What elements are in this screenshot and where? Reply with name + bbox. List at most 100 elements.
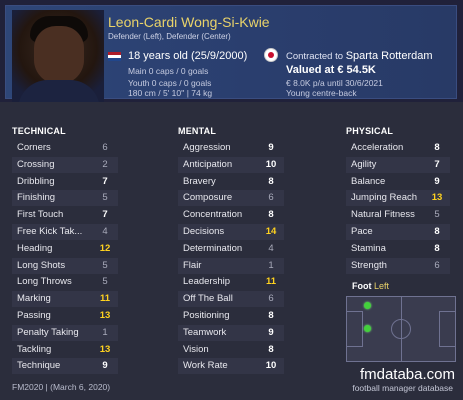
contract-info: Contracted to Sparta Rotterdam (286, 50, 433, 62)
contract-prefix: Contracted to (286, 51, 344, 62)
attribute-value: 9 (268, 142, 274, 153)
attribute-row-tackling: Tackling 13 (12, 342, 118, 358)
attribute-value: 12 (99, 242, 111, 254)
attribute-label: Marking (17, 293, 51, 305)
attribute-row-aggression: Aggression 9 (178, 140, 284, 156)
attribute-row-leadership: Leadership 11 (178, 274, 284, 290)
attribute-row-work-rate: Work Rate 10 (178, 358, 284, 375)
attribute-row-strength: Strength 6 (346, 257, 450, 274)
attribute-row-marking: Marking 11 (12, 291, 118, 308)
position-dot-centre-back (364, 325, 371, 332)
attribute-value: 14 (265, 226, 277, 237)
position-dot-left-back (364, 302, 371, 309)
mental-title: MENTAL (178, 126, 217, 136)
attribute-label: Free Kick Tak... (17, 226, 83, 237)
attribute-value: 11 (99, 293, 111, 305)
attribute-row-crossing: Crossing 2 (12, 156, 118, 173)
brand-subtitle: football manager database (352, 383, 453, 393)
youth-caps: Youth 0 caps / 0 goals (128, 78, 212, 88)
attribute-value: 13 (99, 310, 111, 321)
attribute-label: Long Throws (17, 276, 72, 288)
attribute-row-teamwork: Teamwork 9 (178, 324, 284, 341)
attribute-label: Anticipation (183, 158, 233, 170)
portrait-shirt (18, 80, 100, 102)
attribute-value: 10 (265, 360, 277, 372)
attribute-value: 11 (265, 276, 277, 288)
attribute-label: Balance (351, 175, 386, 187)
player-positions: Defender (Left), Defender (Center) (108, 32, 231, 41)
attribute-value: 6 (268, 293, 274, 305)
attribute-value: 8 (268, 310, 274, 321)
attribute-label: Technique (17, 360, 61, 372)
attribute-row-bravery: Bravery 8 (178, 174, 284, 190)
attribute-label: Leadership (183, 276, 231, 288)
attribute-label: Vision (183, 343, 209, 355)
attribute-label: Strength (351, 259, 387, 271)
attribute-label: Penalty Taking (17, 326, 79, 338)
preferred-foot: Foot Left (352, 281, 389, 291)
player-name: Leon-Cardi Wong-Si-Kwie (108, 14, 270, 30)
attribute-label: Determination (183, 242, 243, 254)
attribute-row-penalty-taking: Penalty Taking 1 (12, 324, 118, 341)
attribute-value: 13 (99, 343, 111, 355)
attribute-label: Teamwork (183, 326, 227, 338)
player-role: Young centre-back (286, 88, 357, 98)
attribute-label: Off The Ball (183, 293, 233, 305)
attribute-row-first-touch: First Touch 7 (12, 207, 118, 223)
pitch-left-box (347, 311, 363, 347)
attribute-row-acceleration: Acceleration 8 (346, 140, 450, 156)
game-version: FM2020 | (March 6, 2020) (12, 382, 111, 392)
attribute-value: 10 (265, 158, 277, 170)
attribute-value: 8 (268, 209, 274, 221)
attribute-label: Passing (17, 310, 51, 321)
attribute-row-decisions: Decisions 14 (178, 224, 284, 240)
attribute-value: 5 (102, 276, 108, 288)
attribute-label: Stamina (351, 242, 386, 254)
attribute-value: 1 (102, 326, 108, 338)
attribute-row-concentration: Concentration 8 (178, 207, 284, 223)
attribute-label: Crossing (17, 158, 55, 170)
attribute-value: 8 (434, 226, 440, 237)
portrait-face (34, 26, 84, 84)
attribute-row-composure: Composure 6 (178, 190, 284, 207)
attribute-row-dribbling: Dribbling 7 (12, 174, 118, 190)
attribute-value: 8 (434, 142, 440, 153)
attribute-value: 7 (102, 175, 108, 187)
attribute-value: 8 (434, 242, 440, 254)
attribute-row-natural-fitness: Natural Fitness 5 (346, 207, 450, 223)
attribute-row-vision: Vision 8 (178, 342, 284, 358)
attribute-value: 4 (268, 242, 274, 254)
player-header: Leon-Cardi Wong-Si-Kwie Defender (Left),… (0, 0, 463, 102)
attribute-row-heading: Heading 12 (12, 241, 118, 257)
attribute-row-corners: Corners 6 (12, 140, 118, 156)
attribute-value: 8 (268, 343, 274, 355)
position-pitch (346, 296, 456, 362)
attribute-value: 7 (434, 158, 440, 170)
attribute-label: Decisions (183, 226, 225, 237)
attribute-value: 2 (102, 158, 108, 170)
attribute-value: 6 (434, 259, 440, 271)
attribute-value: 4 (102, 226, 108, 237)
attribute-label: Concentration (183, 209, 243, 221)
attribute-label: Dribbling (17, 175, 55, 187)
attribute-row-passing: Passing 13 (12, 308, 118, 324)
sparta-rotterdam-badge-icon (264, 48, 278, 62)
attribute-row-jumping-reach: Jumping Reach 13 (346, 190, 450, 207)
attribute-row-determination: Determination 4 (178, 241, 284, 257)
attribute-label: Bravery (183, 175, 216, 187)
technical-title: TECHNICAL (12, 126, 66, 136)
foot-value: Left (374, 281, 390, 291)
attribute-value: 5 (434, 209, 440, 221)
attribute-row-free-kick-tak: Free Kick Tak... 4 (12, 224, 118, 240)
attribute-label: Corners (17, 142, 51, 153)
attribute-label: Aggression (183, 142, 231, 153)
attribute-label: Composure (183, 192, 233, 204)
netherlands-flag-icon (108, 52, 121, 61)
attribute-row-off-the-ball: Off The Ball 6 (178, 291, 284, 308)
attribute-row-pace: Pace 8 (346, 224, 450, 240)
brand-logo[interactable]: fmdataba.com (360, 366, 455, 383)
attribute-row-long-shots: Long Shots 5 (12, 257, 118, 274)
club-name[interactable]: Sparta Rotterdam (346, 50, 433, 62)
pitch-right-box (439, 311, 455, 347)
attribute-row-finishing: Finishing 5 (12, 190, 118, 207)
